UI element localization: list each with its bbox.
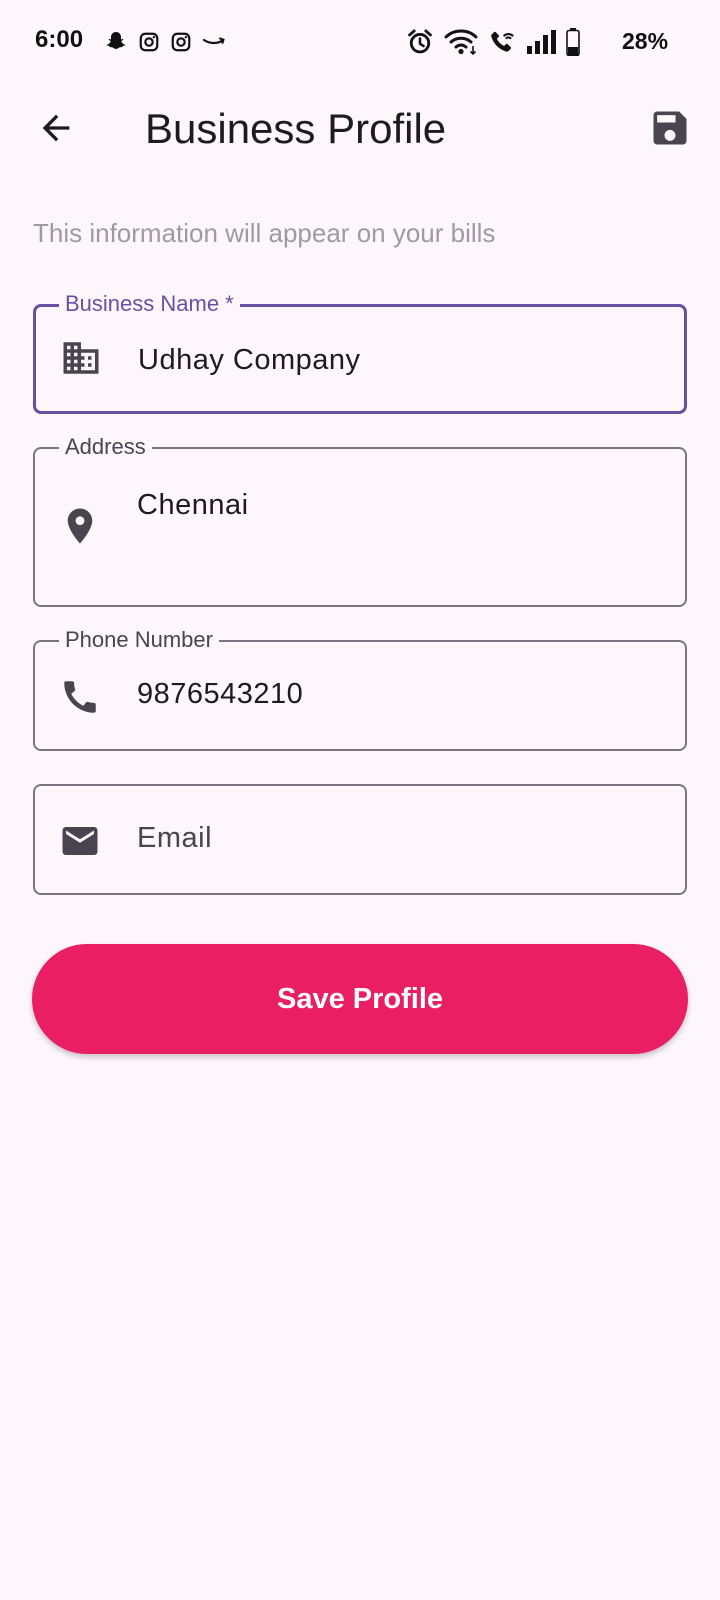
page-title: Business Profile — [145, 105, 447, 152]
save-icon-button[interactable] — [646, 104, 694, 152]
battery-percentage: 28% — [622, 28, 669, 54]
phone-number-field[interactable]: Phone Number 9876543210 — [33, 626, 687, 751]
save-profile-label: Save Profile — [276, 982, 444, 1015]
business-icon — [60, 337, 102, 379]
phone-number-label: Phone Number — [59, 626, 219, 654]
business-name-label: Business Name * — [59, 290, 240, 318]
phone-icon — [59, 676, 101, 718]
alarm-icon — [406, 28, 434, 56]
battery-icon — [566, 28, 580, 56]
status-time: 6:00 — [35, 26, 84, 53]
form-subtitle: This information will appear on your bil… — [33, 218, 496, 248]
phone-number-input[interactable]: 9876543210 — [137, 678, 303, 711]
status-bar: 6:00 28% — [0, 0, 720, 84]
snapchat-icon — [104, 30, 128, 54]
email-icon — [59, 820, 101, 862]
back-button[interactable] — [32, 104, 80, 152]
wifi-call-icon — [488, 28, 516, 56]
email-field[interactable]: Email — [33, 784, 687, 895]
save-profile-button[interactable]: Save Profile — [32, 944, 688, 1054]
arrow-back-icon — [42, 114, 70, 142]
address-input[interactable]: Chennai — [137, 489, 249, 522]
notification-icons — [104, 28, 226, 56]
instagram-icon — [170, 31, 192, 53]
system-icons — [406, 26, 580, 58]
location-pin-icon — [59, 505, 101, 547]
address-label: Address — [59, 433, 152, 461]
address-field[interactable]: Address Chennai — [33, 433, 687, 607]
save-icon — [653, 111, 687, 145]
amazon-icon — [202, 34, 226, 50]
business-name-input[interactable]: Udhay Company — [138, 344, 361, 377]
email-input[interactable]: Email — [137, 822, 212, 855]
app-bar: Business Profile — [0, 84, 720, 168]
signal-icon — [526, 30, 556, 54]
wifi-icon — [444, 28, 478, 56]
business-name-field[interactable]: Business Name * Udhay Company — [33, 290, 687, 414]
instagram-icon — [138, 31, 160, 53]
